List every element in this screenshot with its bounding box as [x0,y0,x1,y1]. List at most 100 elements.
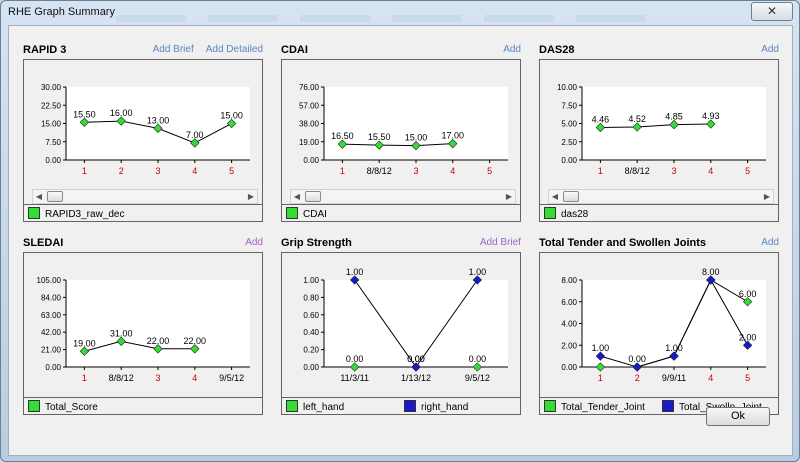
legend-item: left_hand [286,400,344,413]
legend-swatch [28,400,40,412]
data-label: 0.00 [469,354,487,364]
chart-legend: RAPID3_raw_dec [24,204,262,221]
graph-summary-window: RHE Graph Summary ✕ RAPID 3 Add Brief Ad… [0,0,800,462]
data-label: 0.00 [628,354,646,364]
legend-swatch [544,400,556,412]
panel-title: Total Tender and Swollen Joints [539,237,707,249]
y-tick-label: 105.00 [37,276,62,285]
data-label: 7.00 [186,130,204,140]
chart-cdai: 76.00 57.00 38.00 19.00 0.00 1 8/8/12 3 4 5 16.50 1… [299,83,508,176]
chart-frame: 105.00 84.00 63.00 42.00 21.00 0.00 1 8/8/12 3 4 9… [23,252,263,415]
y-tick-label: 2.00 [561,341,577,350]
y-tick-label: 4.00 [561,320,577,329]
x-tick-label: 4 [192,166,197,176]
y-tick-label: 8.00 [561,276,577,285]
x-tick-label: 5 [487,166,492,176]
panel-links: Add Brief [480,237,521,248]
chart-rapid3: 30.00 22.50 15.00 7.50 0.00 1 2 3 4 5 15.50 16.00 13… [41,83,250,176]
x-tick-label: 5 [229,166,234,176]
x-tick-label: 1 [82,373,87,383]
data-label: 0.00 [407,354,425,364]
panel-links: Add [245,237,263,248]
horizontal-scrollbar[interactable]: ◀ ▶ [32,189,258,204]
panel-tender-swollen-joints: Total Tender and Swollen Joints Add 8.00… [539,237,779,415]
panel-rapid3: RAPID 3 Add Brief Add Detailed 30.00 22.5… [23,44,263,222]
legend-swatch [404,400,416,412]
legend-item: right_hand [404,400,468,413]
chart-sledai: 105.00 84.00 63.00 42.00 21.00 0.00 1 8/8/12 3 4 9… [37,276,250,383]
legend-item: Total_Tender_Joint [544,400,645,413]
y-tick-label: 0.80 [303,293,319,302]
add-detailed-link[interactable]: Add Detailed [206,44,263,55]
panel-sledai: SLEDAI Add 105.00 84.00 63.00 42.00 21.00 0.0… [23,237,263,415]
y-tick-label: 0.00 [561,156,577,165]
legend-item: das28 [544,207,588,220]
y-tick-label: 15.00 [41,120,62,129]
legend-swatch [286,400,298,412]
data-label: 4.85 [665,112,683,122]
scroll-thumb[interactable] [305,191,321,202]
add-link[interactable]: Add [761,237,779,248]
legend-item: RAPID3_raw_dec [28,207,124,220]
data-label: 15.00 [405,133,428,143]
close-icon: ✕ [766,4,778,18]
scroll-left-icon[interactable]: ◀ [549,190,561,203]
x-tick-label: 3 [155,166,160,176]
scroll-right-icon[interactable]: ▶ [761,190,773,203]
y-tick-label: 22.50 [41,101,62,110]
add-link[interactable]: Add [245,237,263,248]
x-tick-label: 4 [708,373,713,383]
add-link[interactable]: Add [503,44,521,55]
panel-cdai: CDAI Add 76.00 57.00 38.00 19.00 0.00 1 8/8/12… [281,44,521,222]
chart-frame: 1.00 0.80 0.60 0.40 0.20 0.00 11/3/11 1/13/12 9/… [281,252,521,415]
panel-title: SLEDAI [23,237,64,249]
legend-swatch [544,207,556,219]
legend-label: right_hand [421,402,469,413]
plot-area [66,280,250,367]
horizontal-scrollbar[interactable]: ◀ ▶ [290,189,516,204]
scroll-right-icon[interactable]: ▶ [503,190,515,203]
chart-tender-swollen-joints: 8.00 6.00 4.00 2.00 0.00 1 2 9/9/11 4 5 6.00 1.00 0.… [561,267,766,383]
chart-frame: 76.00 57.00 38.00 19.00 0.00 1 8/8/12 3 4 5 16.50 1… [281,59,521,222]
title-bar: RHE Graph Summary ✕ [1,1,799,25]
data-label: 13.00 [147,115,170,125]
data-label: 16.50 [331,131,354,141]
y-tick-label: 63.00 [41,311,62,320]
data-label: 17.00 [442,131,465,141]
data-label: 1.00 [665,343,683,353]
panel-title: RAPID 3 [23,44,67,56]
legend-label: Total_Tender_Joint [561,402,645,413]
data-label: 1.00 [346,267,364,277]
data-label: 1.00 [592,343,610,353]
legend-label: RAPID3_raw_dec [45,209,125,220]
chart-das28: 10.00 7.50 5.00 2.50 0.00 1 8/8/12 3 4 5 4.46 4.52 4… [557,83,766,176]
x-tick-label: 4 [708,166,713,176]
y-tick-label: 7.50 [561,101,577,110]
y-tick-label: 57.00 [299,101,320,110]
add-link[interactable]: Add [761,44,779,55]
chart-legend: CDAI [282,204,520,221]
scroll-thumb[interactable] [563,191,579,202]
y-tick-label: 76.00 [299,83,320,92]
panel-links: Add [761,237,779,248]
x-tick-label: 2 [635,373,640,383]
background-tabs [116,15,716,25]
scroll-right-icon[interactable]: ▶ [245,190,257,203]
y-tick-label: 38.00 [299,120,320,129]
scroll-left-icon[interactable]: ◀ [33,190,45,203]
y-tick-label: 0.00 [561,363,577,372]
ok-button[interactable]: Ok [706,407,770,426]
y-tick-label: 7.50 [45,138,61,147]
legend-item: CDAI [286,207,327,220]
chart-legend: left_hand right_hand [282,397,520,414]
scroll-left-icon[interactable]: ◀ [291,190,303,203]
horizontal-scrollbar[interactable]: ◀ ▶ [548,189,774,204]
y-tick-label: 0.00 [303,363,319,372]
scroll-thumb[interactable] [47,191,63,202]
legend-swatch [286,207,298,219]
y-tick-label: 1.00 [303,276,319,285]
chart-frame: 30.00 22.50 15.00 7.50 0.00 1 2 3 4 5 15.50 16.00 13… [23,59,263,222]
close-button[interactable]: ✕ [751,2,793,21]
add-brief-link[interactable]: Add Brief [153,44,194,55]
add-brief-link[interactable]: Add Brief [480,237,521,248]
